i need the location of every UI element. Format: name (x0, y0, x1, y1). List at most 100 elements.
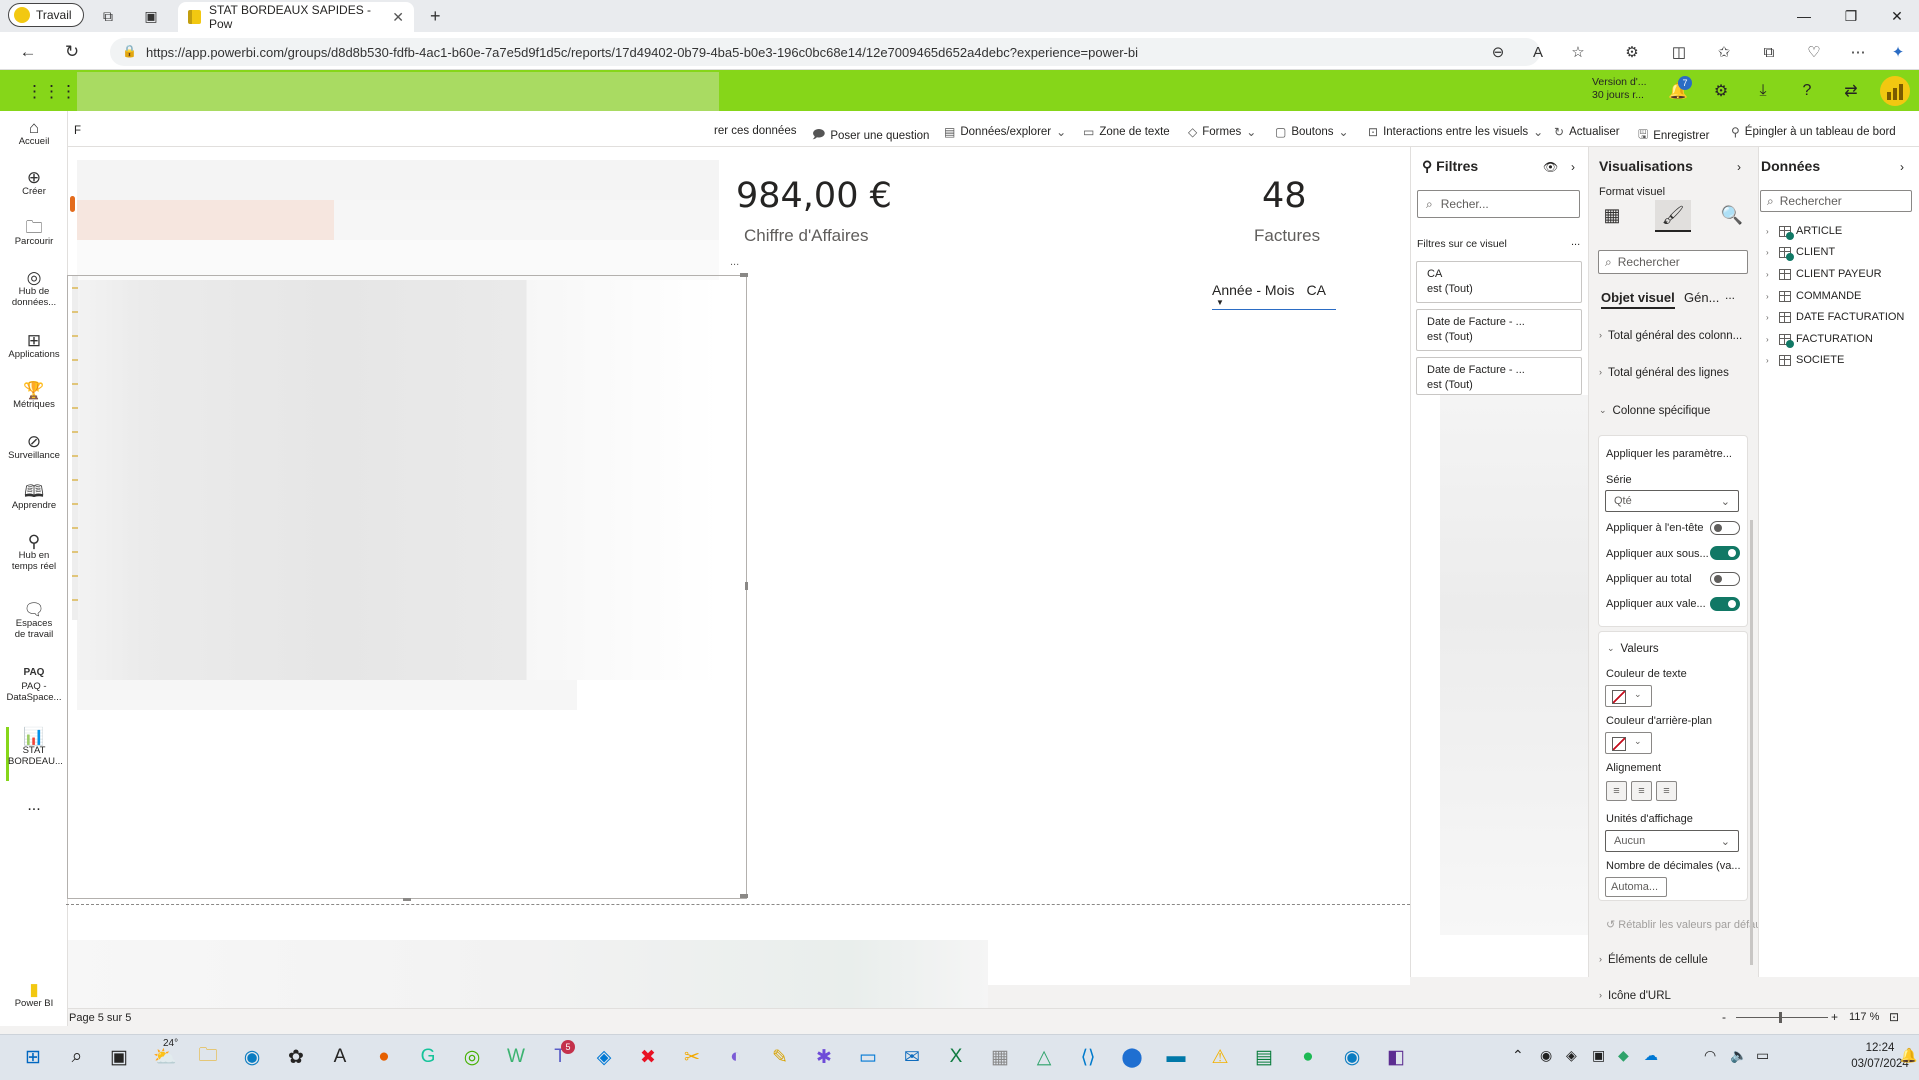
resize-handle-right[interactable] (745, 582, 748, 590)
visualizations-scrollbar[interactable] (1750, 520, 1753, 965)
card-revenue-value[interactable]: 984,00 € (736, 176, 892, 216)
browser-essentials-icon[interactable]: ♡ (1802, 40, 1826, 64)
minimize-icon[interactable]: — (1782, 4, 1826, 28)
task-view-icon[interactable]: ▣ (104, 1042, 134, 1072)
section-values[interactable]: ⌄ Valeurs (1607, 643, 1659, 655)
toggle-apply-total[interactable] (1710, 572, 1740, 586)
app-chat-icon[interactable]: ◐ (721, 1042, 751, 1072)
nav-workspace-paq[interactable]: PAQ PAQ - DataSpace... (0, 667, 68, 703)
ribbon-shapes[interactable]: ◇ Formes ⌄ (1188, 125, 1256, 139)
lock-icon[interactable]: 🔒 (122, 44, 137, 58)
section-specific-column[interactable]: ⌄ Colonne spécifique (1599, 405, 1710, 417)
collapse-pane-icon[interactable]: › (1737, 160, 1741, 174)
warning-icon[interactable]: ⚠ (1205, 1042, 1235, 1072)
table-facturation[interactable]: › FACTURATION (1766, 333, 1873, 348)
app-draw-icon[interactable]: ✎ (765, 1042, 795, 1072)
fit-page-icon[interactable]: ⊡ (1889, 1010, 1899, 1024)
field-slicer[interactable]: Année - Mois CA (1212, 282, 1336, 310)
decimals-input[interactable]: Automa... (1605, 877, 1667, 897)
filters-search[interactable]: ⌕ Recher... (1417, 190, 1580, 218)
table-date-facturation[interactable]: › DATE FACTURATION (1766, 311, 1904, 323)
zoom-in-icon[interactable]: + (1831, 1010, 1838, 1024)
search-icon[interactable]: ⌕ (62, 1042, 92, 1072)
app-green-icon[interactable]: ◎ (457, 1042, 487, 1072)
edge-icon[interactable]: ◉ (237, 1042, 267, 1072)
zoom-slider-thumb[interactable] (1779, 1012, 1782, 1023)
table-commande[interactable]: › COMMANDE (1766, 290, 1861, 302)
nav-learn[interactable]: 🕮 Apprendre (0, 483, 68, 511)
new-tab-icon[interactable]: + (430, 6, 441, 27)
volume-icon[interactable]: 🔈 (1730, 1047, 1747, 1064)
build-visual-icon[interactable]: ▦ (1594, 200, 1630, 230)
tab-actions-icon[interactable]: ▣ (141, 6, 161, 26)
tray-app1-icon[interactable]: ◉ (1540, 1047, 1552, 1064)
align-left-icon[interactable]: ≡ (1606, 781, 1627, 801)
ribbon-ask-question[interactable]: 🗩 Poser une question (812, 125, 929, 146)
excel-icon[interactable]: X (941, 1042, 971, 1072)
nav-apps[interactable]: ⊞ Applications (0, 332, 68, 360)
table-client-payeur[interactable]: › CLIENT PAYEUR (1766, 268, 1882, 280)
firefox-icon[interactable]: ● (369, 1042, 399, 1072)
chatgpt-icon[interactable]: ✿ (281, 1042, 311, 1072)
eye-icon[interactable]: 👁 (1543, 160, 1558, 174)
active-tab[interactable]: STAT BORDEAUX SAPIDES - Pow ✕ (178, 2, 414, 32)
profile-button[interactable]: Travail (8, 3, 84, 27)
text-color-picker[interactable]: ⌄ (1605, 685, 1652, 707)
toggle-apply-header[interactable] (1710, 521, 1740, 535)
close-tab-icon[interactable]: ✕ (392, 9, 404, 26)
zoom-level[interactable]: 117 % (1849, 1011, 1879, 1023)
share-icon[interactable]: ⇄ (1838, 80, 1864, 102)
section-url-icon[interactable]: › Icône d'URL (1599, 990, 1671, 1000)
close-window-icon[interactable]: ✕ (1875, 4, 1919, 28)
remote-desktop-icon[interactable]: ▭ (853, 1042, 883, 1072)
bg-color-picker[interactable]: ⌄ (1605, 732, 1652, 754)
outlook-icon[interactable]: ✉ (897, 1042, 927, 1072)
align-right-icon[interactable]: ≡ (1656, 781, 1677, 801)
app-purple-icon[interactable]: ◧ (1381, 1042, 1411, 1072)
visualizations-search[interactable]: ⌕ Rechercher (1598, 250, 1748, 274)
ribbon-explore-data[interactable]: rer ces données (714, 125, 796, 137)
nav-monitoring[interactable]: ⊘ Surveillance (0, 433, 68, 461)
grammarly-icon[interactable]: G (413, 1042, 443, 1072)
matrix-visual-frame[interactable] (67, 275, 747, 899)
restore-icon[interactable]: ❐ (1829, 4, 1873, 28)
table-client[interactable]: › CLIENT (1766, 246, 1835, 261)
tab-more[interactable]: ... (1725, 288, 1735, 302)
visual-more-options-icon[interactable]: ... (730, 256, 739, 268)
zoom-slider[interactable] (1736, 1017, 1828, 1018)
filter-card-date-2[interactable]: Date de Facture - ... est (Tout) (1416, 357, 1582, 395)
app-tool-icon[interactable]: ✂ (677, 1042, 707, 1072)
read-aloud-icon[interactable]: A (1526, 40, 1550, 64)
notifications-bell-icon[interactable]: 🔔 (1900, 1047, 1917, 1064)
nav-create[interactable]: ⊕ Créer (0, 169, 68, 197)
tab-visual[interactable]: Objet visuel (1601, 290, 1675, 309)
workspaces-icon[interactable]: ⧉ (98, 6, 118, 26)
tray-chevron-icon[interactable]: ⌃ (1512, 1047, 1524, 1064)
data-search[interactable]: ⌕ Rechercher (1760, 190, 1912, 212)
settings-more-icon[interactable]: ⋯ (1846, 40, 1870, 64)
slicer-field-year-month[interactable]: Année - Mois (1212, 282, 1294, 309)
tray-app4-icon[interactable]: ◆ (1618, 1047, 1629, 1064)
nav-report-stat[interactable]: 📊 STAT BORDEAU... (0, 728, 68, 767)
url-field[interactable]: https://app.powerbi.com/groups/d8d8b530-… (110, 38, 1540, 66)
analytics-icon[interactable]: 🔍 (1714, 200, 1750, 230)
app-gray-icon[interactable]: ▦ (985, 1042, 1015, 1072)
zoom-out-icon[interactable]: ⊖ (1486, 40, 1510, 64)
nav-powerbi[interactable]: ▮ Power BI (0, 981, 68, 1009)
battery-icon[interactable]: ▭ (1756, 1047, 1769, 1064)
ribbon-save[interactable]: 🖫 Enregistrer (1638, 125, 1709, 146)
trial-status[interactable]: Version d'... 30 jours r... (1592, 76, 1652, 102)
collections-icon[interactable]: ⧉ (1757, 40, 1781, 64)
ribbon-data-explore[interactable]: ▤ Données/explorer ⌄ (944, 125, 1066, 139)
serie-dropdown[interactable]: Qté ⌄ (1605, 490, 1739, 512)
toggle-apply-subtotals[interactable] (1710, 546, 1740, 560)
app-triangle-icon[interactable]: △ (1029, 1042, 1059, 1072)
app-x-icon[interactable]: ✖ (633, 1042, 663, 1072)
app-chart-icon[interactable]: ▤ (1249, 1042, 1279, 1072)
section-cell-elements[interactable]: › Éléments de cellule (1599, 954, 1708, 966)
ribbon-file[interactable]: F (74, 125, 81, 137)
text-app-icon[interactable]: A (325, 1042, 355, 1072)
extensions-icon[interactable]: ⚙ (1620, 40, 1644, 64)
tray-app2-icon[interactable]: ◈ (1566, 1047, 1577, 1064)
zoom-out-icon[interactable]: - (1722, 1010, 1726, 1024)
